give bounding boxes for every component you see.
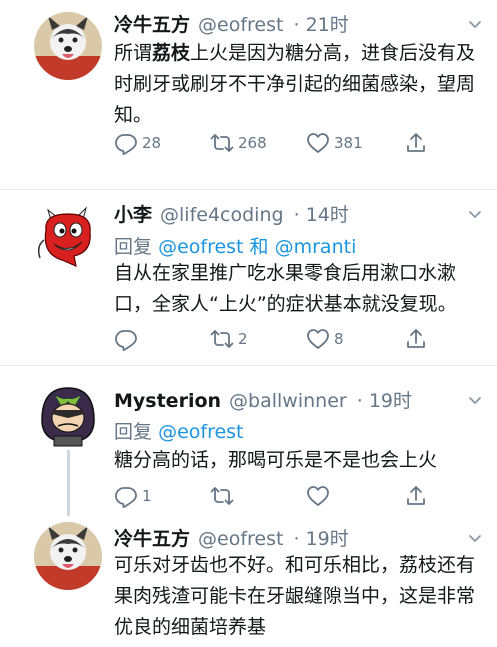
display-name[interactable]: Mysterion xyxy=(114,390,221,412)
timestamp[interactable]: · 19时 xyxy=(357,390,412,412)
mention-link[interactable]: @mranti xyxy=(275,236,357,258)
tweet-header: Mysterion @ballwinner · 19时 xyxy=(114,386,412,413)
like-button[interactable] xyxy=(306,484,334,508)
user-handle[interactable]: @life4coding xyxy=(160,204,284,226)
mention-link[interactable]: @eofrest xyxy=(158,421,243,443)
like-count: 381 xyxy=(334,134,363,152)
timestamp[interactable]: · 14时 xyxy=(294,204,349,226)
tweet[interactable]: 冷牛五方 @eofrest · 21时 所谓荔枝上火是因为糖分高，进食后没有及时刷… xyxy=(0,0,497,190)
retweet-button[interactable] xyxy=(210,484,238,508)
timestamp[interactable]: · 19时 xyxy=(294,528,349,550)
retweet-count: 268 xyxy=(238,134,267,152)
retweet-button[interactable]: 2 xyxy=(210,327,248,351)
tweet-actions: 1 xyxy=(114,484,444,510)
mention-link[interactable]: @eofrest xyxy=(158,236,243,258)
avatar[interactable] xyxy=(34,200,102,268)
retweet-icon xyxy=(210,484,234,508)
tweet-header: 冷牛五方 @eofrest · 19时 xyxy=(114,524,349,551)
like-count: 8 xyxy=(334,330,344,348)
tweet-actions: 28 268 381 xyxy=(114,131,444,157)
chevron-down-icon[interactable] xyxy=(467,392,483,408)
display-name[interactable]: 冷牛五方 xyxy=(114,528,190,550)
tweet-actions: 2 8 xyxy=(114,327,444,353)
retweet-icon xyxy=(210,131,234,155)
chevron-down-icon[interactable] xyxy=(467,206,483,222)
husky-avatar-icon xyxy=(34,12,102,80)
heart-icon xyxy=(306,484,330,508)
share-icon xyxy=(404,484,428,508)
share-icon xyxy=(404,327,428,351)
husky-avatar-icon xyxy=(34,522,102,590)
reply-icon xyxy=(114,131,138,155)
retweet-icon xyxy=(210,327,234,351)
mysterion-avatar-icon xyxy=(41,387,95,447)
reply-count: 1 xyxy=(142,487,152,505)
tweet-text: 可乐对牙齿也不好。和可乐相比，荔枝还有果肉残渣可能卡在牙龈缝隙当中，这是非常优良… xyxy=(114,554,476,638)
avatar[interactable] xyxy=(34,380,102,448)
reply-icon xyxy=(114,484,138,508)
reply-button[interactable]: 28 xyxy=(114,131,161,155)
reply-button[interactable]: 1 xyxy=(114,484,152,508)
timestamp[interactable]: · 21时 xyxy=(294,14,349,36)
heart-icon xyxy=(306,327,330,351)
chevron-down-icon[interactable] xyxy=(467,16,483,32)
chevron-down-icon[interactable] xyxy=(467,530,483,546)
reply-button[interactable] xyxy=(114,327,142,351)
retweet-count: 2 xyxy=(238,330,248,348)
display-name[interactable]: 小李 xyxy=(114,204,152,226)
reply-count: 28 xyxy=(142,134,162,152)
tweet[interactable]: 冷牛五方 @eofrest · 19时 可乐对牙齿也不好。和可乐相比，荔枝还有果肉… xyxy=(0,516,497,647)
like-button[interactable]: 8 xyxy=(306,327,344,351)
tweet[interactable]: 小李 @life4coding · 14时 回复 @eofrest 和 @mran… xyxy=(0,190,497,365)
reply-icon xyxy=(114,327,138,351)
tweet[interactable]: Mysterion @ballwinner · 19时 回复 @eofrest 糖… xyxy=(0,366,497,516)
avatar[interactable] xyxy=(34,12,102,80)
reply-context: 回复 @eofrest xyxy=(114,421,244,443)
tweet-text: 自从在家里推广吃水果零食后用漱口水漱口，全家人“上火”的症状基本就没复现。 xyxy=(114,262,457,315)
share-icon xyxy=(404,131,428,155)
avatar[interactable] xyxy=(34,522,102,590)
user-handle[interactable]: @eofrest xyxy=(198,528,283,550)
display-name[interactable]: 冷牛五方 xyxy=(114,14,190,36)
retweet-button[interactable]: 268 xyxy=(210,131,267,155)
heart-icon xyxy=(306,131,330,155)
like-button[interactable]: 381 xyxy=(306,131,363,155)
bsd-daemon-avatar-icon xyxy=(37,206,91,268)
tweet-header: 小李 @life4coding · 14时 xyxy=(114,200,349,227)
reply-context: 回复 @eofrest 和 @mranti xyxy=(114,236,357,258)
tweet-text: 糖分高的话，那喝可乐是不是也会上火 xyxy=(114,449,438,471)
user-handle[interactable]: @ballwinner xyxy=(229,390,347,412)
share-button[interactable] xyxy=(404,327,428,351)
share-button[interactable] xyxy=(404,484,428,508)
tweet-header: 冷牛五方 @eofrest · 21时 xyxy=(114,10,349,37)
share-button[interactable] xyxy=(404,131,428,155)
tweet-text: 所谓荔枝上火是因为糖分高，进食后没有及时刷牙或刷牙不干净引起的细菌感染，望周知。 xyxy=(114,42,476,126)
user-handle[interactable]: @eofrest xyxy=(198,14,283,36)
